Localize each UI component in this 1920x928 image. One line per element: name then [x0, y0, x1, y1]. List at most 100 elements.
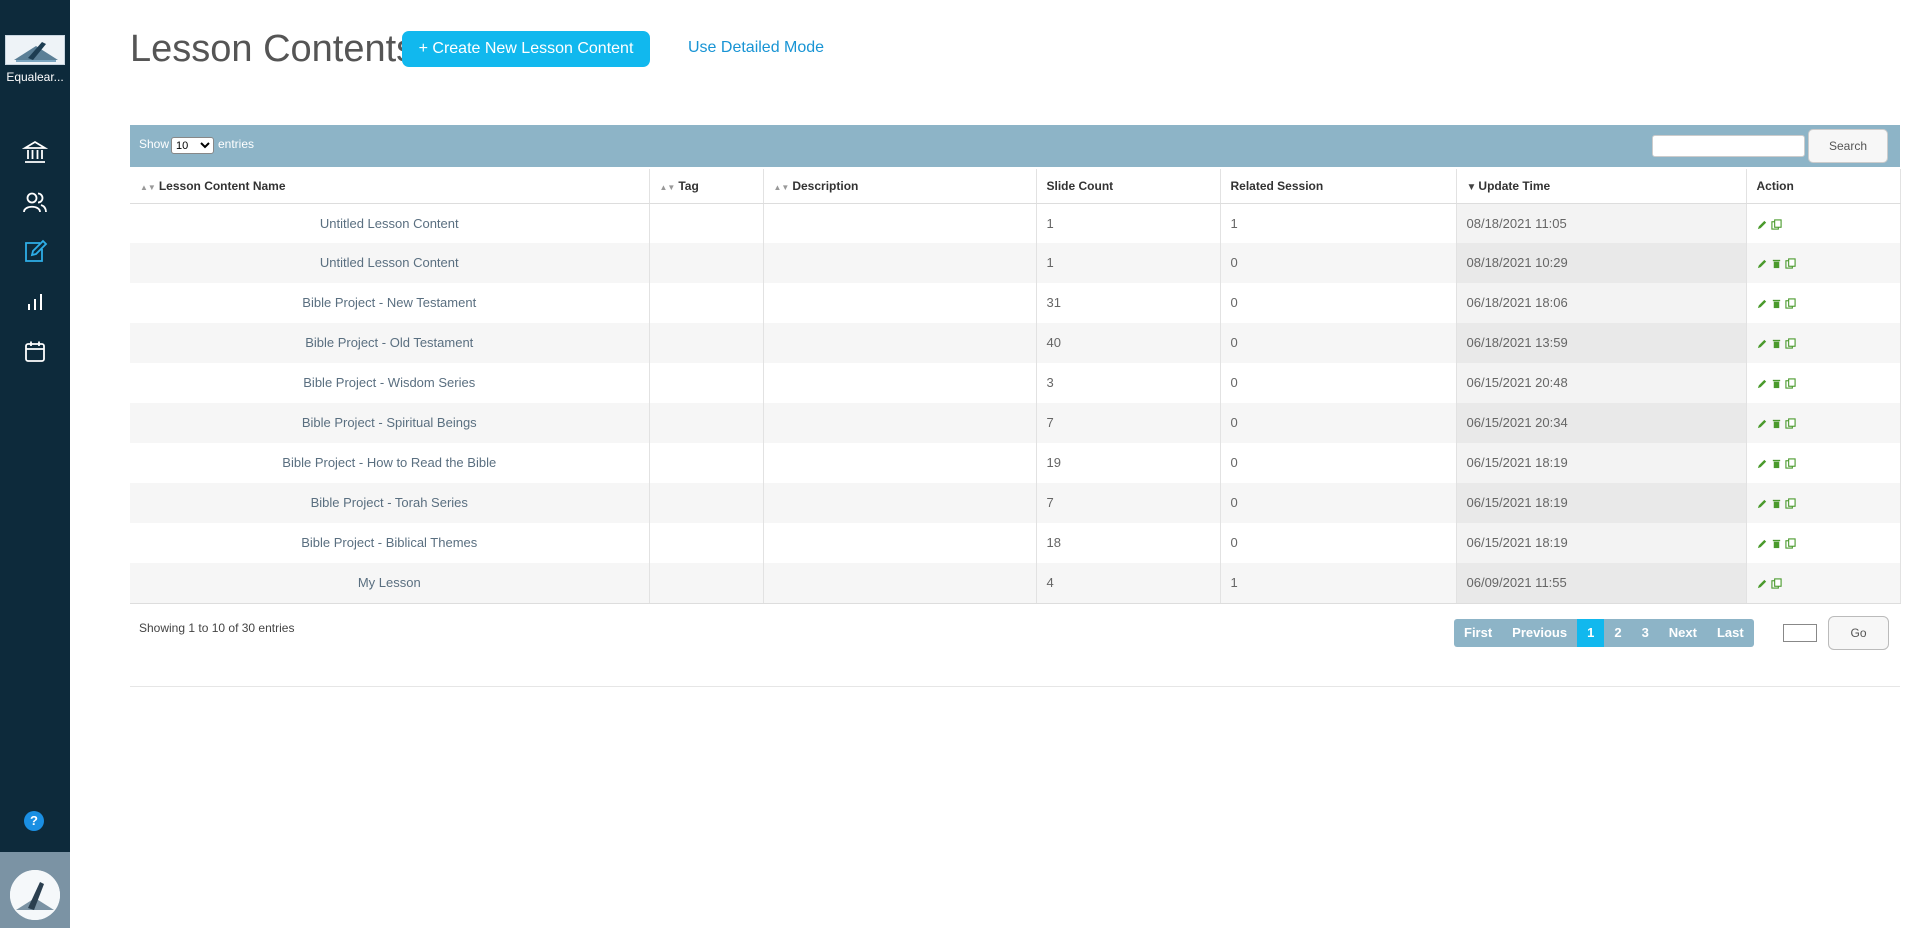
edit-icon[interactable]	[1757, 298, 1768, 309]
lesson-name-cell[interactable]: Bible Project - Spiritual Beings	[130, 403, 650, 443]
delete-icon[interactable]	[1771, 298, 1782, 309]
table-row: Untitled Lesson Content 1 0 08/18/2021 10:2…	[130, 243, 1901, 283]
pager-1[interactable]: 1	[1577, 619, 1605, 647]
edit-icon[interactable]	[1757, 378, 1768, 389]
lesson-name-cell[interactable]: Untitled Lesson Content	[130, 203, 650, 243]
calendar-icon[interactable]	[22, 339, 48, 365]
go-button[interactable]: Go	[1828, 616, 1889, 650]
divider	[130, 686, 1900, 687]
entries-label: entries	[218, 137, 255, 151]
copy-icon[interactable]	[1784, 258, 1796, 269]
update-time-cell: 06/15/2021 18:19	[1456, 523, 1747, 563]
pagination: First Previous 1 2 3 Next Last	[1454, 619, 1754, 647]
column-header-name[interactable]: ▲▼ Lesson Content Name	[130, 169, 650, 204]
search-input[interactable]	[1652, 135, 1805, 157]
use-detailed-mode-link[interactable]: Use Detailed Mode	[688, 39, 824, 57]
delete-icon[interactable]	[1771, 258, 1782, 269]
delete-icon[interactable]	[1771, 458, 1782, 469]
tag-cell	[649, 563, 764, 604]
description-cell	[763, 563, 1037, 604]
pager-2[interactable]: 2	[1604, 619, 1631, 647]
delete-icon[interactable]	[1771, 538, 1782, 549]
column-label: Lesson Content Name	[158, 178, 286, 193]
copy-icon[interactable]	[1784, 538, 1796, 549]
column-header-update-time[interactable]: ▼ Update Time	[1456, 169, 1747, 204]
action-cell	[1746, 523, 1901, 563]
column-label: Slide Count	[1046, 178, 1114, 193]
lesson-name-cell[interactable]: Untitled Lesson Content	[130, 243, 650, 283]
column-label: Related Session	[1230, 178, 1324, 193]
pager-last[interactable]: Last	[1707, 619, 1754, 647]
edit-icon[interactable]	[1757, 258, 1768, 269]
update-time-cell: 06/15/2021 18:19	[1456, 483, 1747, 523]
pager-next[interactable]: Next	[1659, 619, 1707, 647]
slide-count-cell: 1	[1036, 203, 1221, 243]
lesson-name-cell[interactable]: My Lesson	[130, 563, 650, 604]
edit-icon[interactable]	[1757, 578, 1768, 589]
copy-icon[interactable]	[1784, 498, 1796, 509]
edit-icon[interactable]	[1757, 219, 1768, 230]
tag-cell	[649, 483, 764, 523]
tag-cell	[649, 323, 764, 363]
column-header-slide-count: Slide Count	[1036, 169, 1221, 204]
lesson-name-cell[interactable]: Bible Project - How to Read the Bible	[130, 443, 650, 483]
lesson-name-cell[interactable]: Bible Project - New Testament	[130, 283, 650, 323]
goto-page-input[interactable]	[1783, 624, 1817, 642]
avatar[interactable]	[10, 870, 60, 920]
edit-icon[interactable]	[1757, 418, 1768, 429]
action-cell	[1746, 323, 1901, 363]
lesson-name-cell[interactable]: Bible Project - Biblical Themes	[130, 523, 650, 563]
copy-icon[interactable]	[1784, 298, 1796, 309]
delete-icon[interactable]	[1771, 338, 1782, 349]
lesson-name-cell[interactable]: Bible Project - Torah Series	[130, 483, 650, 523]
lesson-name-cell[interactable]: Bible Project - Old Testament	[130, 323, 650, 363]
column-header-action: Action	[1746, 169, 1901, 204]
show-label: Show	[139, 137, 170, 151]
delete-icon[interactable]	[1771, 418, 1782, 429]
description-cell	[763, 443, 1037, 483]
related-session-cell: 1	[1220, 203, 1457, 243]
pager-first[interactable]: First	[1454, 619, 1502, 647]
create-lesson-content-button[interactable]: + Create New Lesson Content	[402, 31, 650, 67]
update-time-cell: 06/18/2021 13:59	[1456, 323, 1747, 363]
edit-icon[interactable]	[1757, 538, 1768, 549]
edit-icon[interactable]	[22, 239, 48, 265]
users-icon[interactable]	[22, 189, 48, 215]
chart-icon[interactable]	[22, 289, 48, 315]
table-row: Bible Project - Old Testament 40 0 06/18/20…	[130, 323, 1901, 363]
description-cell	[763, 203, 1037, 243]
delete-icon[interactable]	[1771, 378, 1782, 389]
action-cell	[1746, 403, 1901, 443]
slide-count-cell: 18	[1036, 523, 1221, 563]
slide-count-cell: 40	[1036, 323, 1221, 363]
entries-per-page-select[interactable]: 10	[171, 137, 214, 154]
lesson-name-cell[interactable]: Bible Project - Wisdom Series	[130, 363, 650, 403]
column-header-description[interactable]: ▲▼ Description	[763, 169, 1037, 204]
delete-icon[interactable]	[1771, 498, 1782, 509]
table-row: Bible Project - How to Read the Bible 19 0…	[130, 443, 1901, 483]
table-header-row: ▲▼ Lesson Content Name ▲▼ Tag ▲▼ Descriptio…	[130, 169, 1901, 204]
column-label: Description	[792, 178, 859, 193]
app-logo[interactable]	[5, 35, 65, 65]
search-button[interactable]: Search	[1808, 129, 1888, 163]
description-cell	[763, 283, 1037, 323]
edit-icon[interactable]	[1757, 338, 1768, 349]
description-cell	[763, 323, 1037, 363]
pager-previous[interactable]: Previous	[1502, 619, 1577, 647]
copy-icon[interactable]	[1784, 378, 1796, 389]
bank-icon[interactable]	[21, 139, 49, 165]
edit-icon[interactable]	[1757, 458, 1768, 469]
logo-icon	[6, 36, 64, 64]
copy-icon[interactable]	[1770, 218, 1782, 230]
pager-3[interactable]: 3	[1632, 619, 1659, 647]
help-icon[interactable]: ?	[24, 811, 44, 831]
description-cell	[763, 363, 1037, 403]
copy-icon[interactable]	[1784, 458, 1796, 469]
copy-icon[interactable]	[1770, 578, 1782, 589]
copy-icon[interactable]	[1784, 418, 1796, 429]
table-row: Bible Project - Biblical Themes 18 0 06/15/…	[130, 523, 1901, 563]
column-header-tag[interactable]: ▲▼ Tag	[649, 169, 764, 204]
copy-icon[interactable]	[1784, 338, 1796, 349]
edit-icon[interactable]	[1757, 498, 1768, 509]
table-toolbar	[130, 125, 1900, 167]
